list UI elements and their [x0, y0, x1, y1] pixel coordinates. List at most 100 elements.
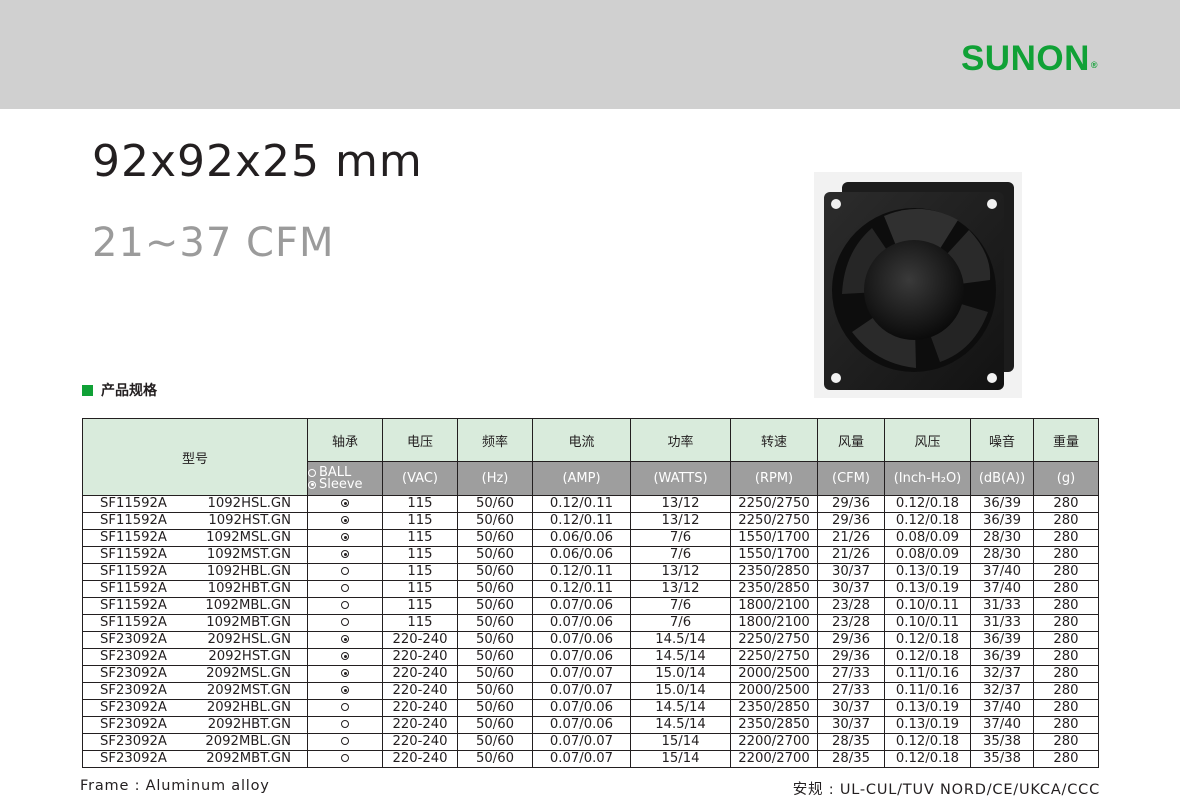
cell-current: 0.07/0.07 [532, 733, 631, 751]
unit-weight: (g) [1033, 461, 1099, 496]
table-row: SF11592A 1092MBT.GN 115 50/60 0.07/0.06 7/6 18… [82, 614, 1099, 632]
cell-airflow: 23/28 [817, 614, 885, 632]
cell-noise: 31/33 [970, 614, 1034, 632]
spec-table: 型号 轴承 电压 频率 电流 功率 转速 风量 风压 噪音 重量 BALL Sl… [82, 418, 1099, 768]
product-size-title: 92x92x25 mm [92, 136, 423, 187]
cell-model: SF23092A 2092HSL.GN [82, 631, 308, 649]
table-row: SF11592A 1092MST.GN 115 50/60 0.06/0.06 7/6 15… [82, 546, 1099, 564]
unit-pressure: (Inch-H₂O) [884, 461, 971, 496]
unit-voltage: (VAC) [382, 461, 458, 496]
cell-bearing [307, 495, 383, 513]
green-square-icon [82, 384, 93, 396]
cell-airflow: 30/37 [817, 699, 885, 717]
sleeve-bearing-icon [341, 635, 349, 643]
brand-name: SUNON [960, 39, 1090, 78]
col-header-airflow: 风量 [817, 418, 885, 462]
cell-pressure: 0.12/0.18 [884, 733, 971, 751]
cell-speed: 2350/2850 [730, 580, 818, 598]
cell-speed: 2250/2750 [730, 648, 818, 666]
table-row: SF11592A 1092HBL.GN 115 50/60 0.12/0.11 13/12… [82, 563, 1099, 581]
cell-bearing [307, 614, 383, 632]
cell-airflow: 21/26 [817, 529, 885, 547]
model-number: 2092MBT.GN [206, 751, 291, 767]
unit-noise: (dB(A)) [970, 461, 1034, 496]
model-series: SF23092A [100, 683, 167, 699]
cell-noise: 32/37 [970, 665, 1034, 683]
model-series: SF11592A [100, 581, 167, 597]
cell-weight: 280 [1033, 648, 1099, 666]
table-row: SF23092A 2092HSL.GN 220-240 50/60 0.07/0.06 1… [82, 631, 1099, 649]
cell-weight: 280 [1033, 580, 1099, 598]
cell-power: 13/12 [630, 563, 731, 581]
cell-noise: 36/39 [970, 495, 1034, 513]
cell-noise: 32/37 [970, 682, 1034, 700]
cell-speed: 1800/2100 [730, 614, 818, 632]
cell-voltage: 115 [382, 546, 458, 564]
cell-speed: 2350/2850 [730, 563, 818, 581]
cell-current: 0.07/0.06 [532, 631, 631, 649]
cell-current: 0.06/0.06 [532, 546, 631, 564]
cell-airflow: 29/36 [817, 648, 885, 666]
cell-pressure: 0.13/0.19 [884, 580, 971, 598]
cell-airflow: 29/36 [817, 631, 885, 649]
unit-frequency: (Hz) [457, 461, 533, 496]
brand-logo: SUNON® [961, 39, 1098, 79]
table-row: SF11592A 1092HBT.GN 115 50/60 0.12/0.11 13/12… [82, 580, 1099, 598]
cell-current: 0.07/0.06 [532, 597, 631, 615]
cell-airflow: 28/35 [817, 733, 885, 751]
cell-model: SF23092A 2092MST.GN [82, 682, 308, 700]
cell-weight: 280 [1033, 597, 1099, 615]
cell-pressure: 0.12/0.18 [884, 512, 971, 530]
cell-bearing [307, 512, 383, 530]
cell-power: 14.5/14 [630, 631, 731, 649]
cell-weight: 280 [1033, 665, 1099, 683]
cell-frequency: 50/60 [457, 733, 533, 751]
col-header-model: 型号 [82, 418, 308, 496]
cell-current: 0.12/0.11 [532, 580, 631, 598]
cell-power: 15/14 [630, 750, 731, 768]
cell-weight: 280 [1033, 733, 1099, 751]
cell-weight: 280 [1033, 682, 1099, 700]
sleeve-bearing-icon [341, 499, 349, 507]
cell-airflow: 30/37 [817, 580, 885, 598]
cell-voltage: 220-240 [382, 631, 458, 649]
ball-bearing-icon [341, 703, 349, 711]
cell-airflow: 21/26 [817, 546, 885, 564]
cell-frequency: 50/60 [457, 495, 533, 513]
cell-current: 0.06/0.06 [532, 529, 631, 547]
header-row: 型号 轴承 电压 频率 电流 功率 转速 风量 风压 噪音 重量 [82, 418, 1099, 496]
model-series: SF11592A [100, 496, 167, 512]
cell-model: SF11592A 1092HSL.GN [82, 495, 308, 513]
cell-pressure: 0.13/0.19 [884, 716, 971, 734]
model-number: 2092HST.GN [208, 649, 291, 665]
cell-power: 15.0/14 [630, 682, 731, 700]
cell-bearing [307, 529, 383, 547]
cell-power: 13/12 [630, 580, 731, 598]
cell-frequency: 50/60 [457, 512, 533, 530]
cell-model: SF11592A 1092MSL.GN [82, 529, 308, 547]
cell-frequency: 50/60 [457, 648, 533, 666]
model-number: 2092MBL.GN [205, 734, 291, 750]
sleeve-bearing-icon [341, 516, 349, 524]
cell-speed: 2350/2850 [730, 716, 818, 734]
unit-power: (WATTS) [630, 461, 731, 496]
cell-frequency: 50/60 [457, 682, 533, 700]
cell-pressure: 0.12/0.18 [884, 750, 971, 768]
spec-table-body: SF11592A 1092HSL.GN 115 50/60 0.12/0.11 13/12… [82, 495, 1099, 768]
cell-noise: 37/40 [970, 580, 1034, 598]
model-series: SF23092A [100, 649, 167, 665]
table-row: SF23092A 2092MBL.GN 220-240 50/60 0.07/0.07 1… [82, 733, 1099, 751]
cell-weight: 280 [1033, 750, 1099, 768]
cell-pressure: 0.12/0.18 [884, 648, 971, 666]
cell-noise: 35/38 [970, 733, 1034, 751]
cell-model: SF23092A 2092HBL.GN [82, 699, 308, 717]
cell-pressure: 0.13/0.19 [884, 699, 971, 717]
model-number: 2092HBT.GN [207, 717, 291, 733]
cell-noise: 28/30 [970, 546, 1034, 564]
ball-bearing-icon [341, 737, 349, 745]
cell-power: 7/6 [630, 529, 731, 547]
cell-power: 13/12 [630, 495, 731, 513]
cell-bearing [307, 682, 383, 700]
cell-voltage: 115 [382, 512, 458, 530]
model-series: SF11592A [100, 598, 167, 614]
